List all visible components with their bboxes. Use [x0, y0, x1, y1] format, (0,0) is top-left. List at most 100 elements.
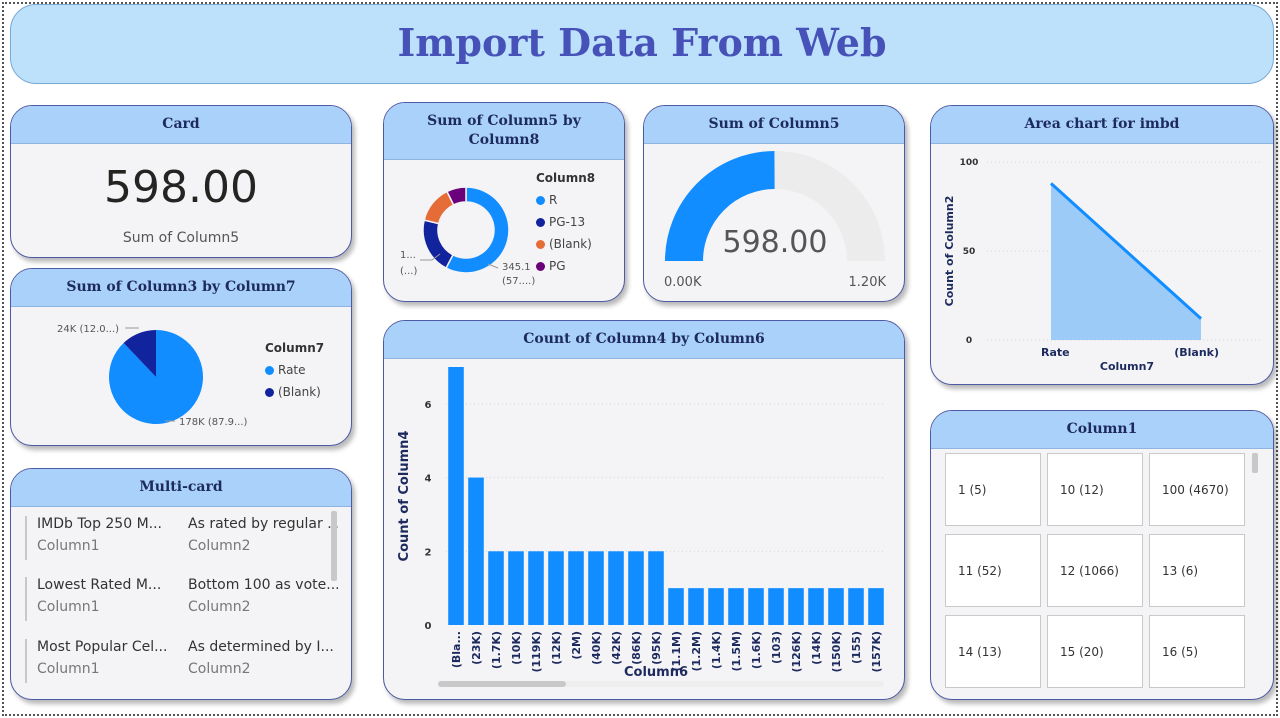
area-x-tick: (Blank) — [1174, 346, 1219, 359]
multicard-title: Multi-card — [11, 469, 351, 507]
bar-y-tick: 2 — [425, 547, 432, 558]
pie-legend-title: Column7 — [265, 341, 325, 355]
multicard-value: Most Popular Cel... — [37, 639, 168, 655]
card-visual[interactable]: Card 598.00 Sum of Column5 — [10, 105, 352, 258]
multicard-row: IMDb Top 250 M... Column1 As rated by re… — [25, 516, 338, 560]
bar-column[interactable] — [528, 551, 544, 625]
card-label: Sum of Column5 — [122, 230, 240, 246]
bar-y-tick: 0 — [425, 621, 432, 632]
donut-chart-visual[interactable]: Sum of Column5 by Column8 1... (...) 345… — [383, 102, 625, 302]
slicer-tile[interactable]: 1 (5) — [945, 453, 1041, 526]
bar-column[interactable] — [828, 588, 844, 625]
bar-x-tick: (103) — [770, 631, 783, 664]
bar-column[interactable] — [608, 551, 624, 625]
bar-y-tick: 4 — [425, 474, 432, 485]
multi-card-visual[interactable]: Multi-card IMDb Top 250 M... Column1 As … — [10, 468, 352, 700]
area-title: Area chart for imbd — [931, 106, 1273, 144]
slicer-tile[interactable]: 14 (13) — [945, 615, 1041, 688]
area-y-tick: 50 — [963, 247, 976, 257]
pie-chart-visual[interactable]: Sum of Column3 by Column7 24K (12.0...) … — [10, 268, 352, 446]
bar-column[interactable] — [568, 551, 584, 625]
bar-column[interactable] — [488, 551, 504, 625]
bar-x-tick: (95K) — [650, 631, 663, 665]
donut-legend: Column8 R PG-13 (Blank) PG — [536, 171, 595, 273]
pie-legend-item-rate[interactable]: Rate — [265, 363, 324, 377]
bar-x-tick: (1.2M) — [690, 631, 703, 672]
slicer-tile[interactable]: 15 (20) — [1047, 615, 1143, 688]
donut-title: Sum of Column5 by Column8 — [384, 103, 624, 160]
area-chart: Count of Column2 Column7 100 50 0 Rate (Blan… — [943, 158, 1261, 373]
bar-column[interactable] — [848, 588, 864, 625]
card-title: Card — [11, 106, 351, 144]
slicer-tile[interactable]: 13 (6) — [1149, 534, 1245, 607]
bar-column[interactable] — [868, 588, 884, 625]
gauge-visual[interactable]: Sum of Column5 598.00 0.00K 1.20K — [643, 105, 905, 302]
bar-column[interactable] — [508, 551, 524, 625]
bar-chart: Count of Column4 Column6 0246(Bla... (23K… — [397, 367, 886, 687]
bar-x-tick: (Bla... — [450, 631, 463, 668]
multicard-label: Column2 — [188, 661, 251, 677]
multicard-row: Lowest Rated M... Column1 Bottom 100 as … — [25, 577, 338, 621]
bar-column[interactable] — [648, 551, 664, 625]
bar-scroll-thumb[interactable] — [438, 681, 566, 687]
bar-column[interactable] — [588, 551, 604, 625]
bar-chart-visual[interactable]: Count of Column4 by Column6 Count of Col… — [383, 320, 905, 700]
donut-slice-pg13[interactable] — [422, 219, 454, 270]
bar-title: Count of Column4 by Column6 — [384, 321, 904, 359]
bar-x-tick: (86K) — [630, 631, 643, 665]
multicard-value: As rated by regular ... — [188, 516, 338, 532]
area-y-tick: 100 — [960, 158, 979, 168]
bar-column[interactable] — [808, 588, 824, 625]
slicer-tile[interactable]: 100 (4670) — [1149, 453, 1245, 526]
bar-column[interactable] — [668, 588, 684, 625]
bar-x-tick: (42K) — [610, 631, 623, 665]
bar-x-tick: (23K) — [470, 631, 483, 665]
column1-title: Column1 — [931, 411, 1273, 449]
multicard-scrollbar[interactable] — [331, 511, 337, 581]
bar-x-tick: (14K) — [810, 631, 823, 665]
bar-column[interactable] — [628, 551, 644, 625]
multicard-value: Bottom 100 as vote... — [188, 577, 338, 593]
bar-y-axis-title: Count of Column4 — [397, 431, 412, 562]
bar-x-tick: (2M) — [570, 631, 583, 660]
bar-x-tick: (119K) — [530, 631, 543, 673]
bar-column[interactable] — [748, 588, 764, 625]
bar-column[interactable] — [448, 367, 464, 625]
bar-x-tick: (1.5M) — [730, 631, 743, 672]
column1-slicer[interactable]: Column1 1 (5) 10 (12) 100 (4670) 11 (52)… — [930, 410, 1274, 700]
bar-column[interactable] — [768, 588, 784, 625]
bar-column[interactable] — [548, 551, 564, 625]
donut-legend-item-r[interactable]: R — [536, 193, 595, 207]
area-y-tick: 0 — [966, 336, 972, 346]
donut-legend-item-blank[interactable]: (Blank) — [536, 237, 595, 251]
slicer-tile[interactable]: 16 (5) — [1149, 615, 1245, 688]
title-banner: Import Data From Web — [10, 4, 1274, 84]
area-y-axis-title: Count of Column2 — [943, 196, 956, 307]
area-chart-visual[interactable]: Area chart for imbd Count of Column2 Col… — [930, 105, 1274, 385]
donut-legend-title: Column8 — [536, 171, 596, 185]
multicard-label: Column2 — [188, 538, 251, 554]
slicer-tile[interactable]: 12 (1066) — [1047, 534, 1143, 607]
gauge-title: Sum of Column5 — [644, 106, 904, 144]
donut-legend-item-pg13[interactable]: PG-13 — [536, 215, 595, 229]
bar-column[interactable] — [728, 588, 744, 625]
bar-column[interactable] — [468, 477, 484, 625]
bar-column[interactable] — [788, 588, 804, 625]
pie-label-large: 178K (87.9...) — [179, 417, 248, 428]
pie-legend-item-blank[interactable]: (Blank) — [265, 385, 324, 399]
multicard-label: Column2 — [188, 599, 251, 615]
gauge-chart: 598.00 0.00K 1.20K — [664, 151, 886, 290]
area-fill[interactable] — [1051, 183, 1201, 340]
area-x-tick: Rate — [1041, 346, 1070, 359]
bar-column[interactable] — [708, 588, 724, 625]
bar-x-tick: (10K) — [510, 631, 523, 665]
bar-column[interactable] — [688, 588, 704, 625]
slicer-tile[interactable]: 11 (52) — [945, 534, 1041, 607]
slicer-tile[interactable]: 10 (12) — [1047, 453, 1143, 526]
donut-legend-item-pg[interactable]: PG — [536, 259, 595, 273]
donut-label-left: (...) — [400, 266, 417, 277]
bar-x-tick: (157K) — [870, 631, 883, 673]
bar-x-tick: (40K) — [590, 631, 603, 665]
donut-label-left: 1... — [400, 250, 416, 261]
column1-scrollbar[interactable] — [1252, 453, 1258, 473]
